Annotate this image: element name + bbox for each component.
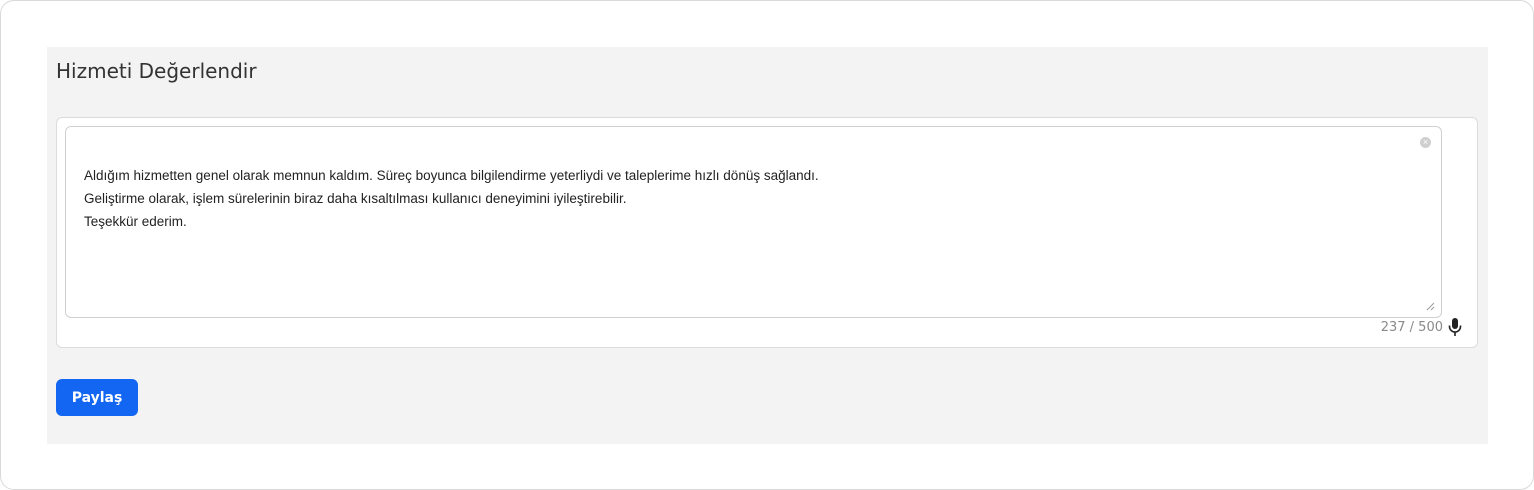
panel-title: Hizmeti Değerlendir (56, 59, 257, 83)
feedback-textarea[interactable]: Aldığım hizmetten genel olarak memnun ka… (65, 126, 1442, 318)
feedback-text[interactable]: Aldığım hizmetten genel olarak memnun ka… (84, 164, 1401, 233)
resize-handle-icon[interactable] (1425, 301, 1435, 311)
feedback-container: Hizmeti Değerlendir Aldığım hizmetten ge… (0, 0, 1534, 490)
share-button[interactable]: Paylaş (56, 379, 138, 416)
rate-service-panel: Hizmeti Değerlendir Aldığım hizmetten ge… (47, 47, 1488, 444)
character-counter: 237 / 500 (1380, 320, 1443, 335)
feedback-card: Aldığım hizmetten genel olarak memnun ka… (56, 117, 1478, 348)
microphone-icon[interactable] (1447, 317, 1463, 337)
clear-icon[interactable]: × (1420, 137, 1431, 148)
